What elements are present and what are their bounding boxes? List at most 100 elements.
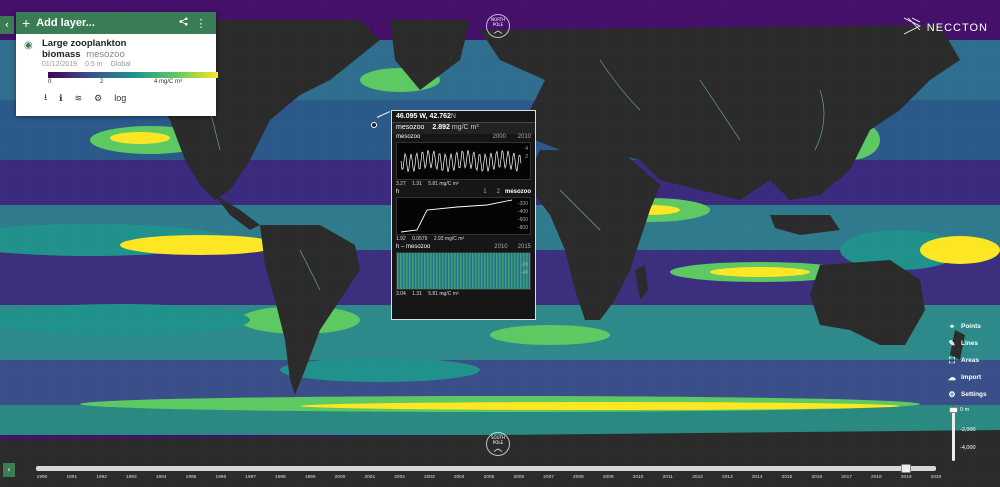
timeline-year[interactable]: 2002 xyxy=(394,475,405,480)
depth-slider[interactable]: 0 m -2,000 -4,000 xyxy=(946,407,996,467)
eye-icon[interactable]: ◉ xyxy=(24,40,33,51)
hovmoller-plot[interactable]: -20 -40 xyxy=(396,252,531,290)
layer-panel-header: + Add layer... ⋮ xyxy=(16,12,216,34)
pencil-icon: ✎ xyxy=(948,339,956,348)
crosshair-icon: ⌖ xyxy=(949,321,955,331)
timeline-year[interactable]: 1998 xyxy=(275,475,286,480)
timeline-year[interactable]: 2000 xyxy=(335,475,346,480)
popup-variable: mesozoo xyxy=(396,124,425,131)
hovmoller-stats: 3.04 1.31 5.81 mg/C m³ xyxy=(396,291,459,297)
logo: NECCTON xyxy=(902,16,988,39)
timeline-year[interactable]: 2013 xyxy=(722,475,733,480)
profile-stats: 1.92 0.0579 2.93 mg/C m³ xyxy=(396,236,465,242)
colorbar-tick: 2 xyxy=(100,79,104,85)
download-icon[interactable]: ⭳ xyxy=(44,90,47,106)
timeline-year[interactable]: 1990 xyxy=(37,475,48,480)
timeline-year[interactable]: 2011 xyxy=(663,475,673,480)
timeline-year[interactable]: 1991 xyxy=(66,475,77,480)
timeline-year[interactable]: 2010 xyxy=(633,475,644,480)
timeline-year[interactable]: 2008 xyxy=(573,475,584,480)
timeline-year[interactable]: 1997 xyxy=(245,475,256,480)
popup-unit: mg/C m³ xyxy=(451,124,479,131)
log-toggle[interactable]: log xyxy=(114,93,126,103)
areas-tool[interactable]: ⛶ Areas xyxy=(946,352,996,369)
hovmoller-header: h – mesozoo 2010 2015 xyxy=(396,244,531,250)
timeline-track[interactable] xyxy=(36,466,936,471)
neccton-logo-icon xyxy=(902,16,922,39)
timeseries-plot[interactable]: 4 2 xyxy=(396,142,531,180)
timeline-year[interactable]: 2009 xyxy=(603,475,614,480)
timeline-year[interactable]: 2015 xyxy=(782,475,793,480)
timeline-year[interactable]: 2006 xyxy=(513,475,524,480)
timeline-year[interactable]: 2004 xyxy=(454,475,465,480)
timeline-year[interactable]: 2019 xyxy=(901,475,912,480)
map-toolbar: ⌖ Points ✎ Lines ⛶ Areas ☁ Import ⚙ Sett… xyxy=(946,318,996,467)
layer-depth[interactable]: 0.5 m xyxy=(85,61,103,68)
popup-value: 2.892 xyxy=(432,124,450,131)
timeline-handle[interactable] xyxy=(901,464,912,473)
depth-slider-track[interactable] xyxy=(952,411,955,461)
layer-title: Large zooplankton biomass mesozoo xyxy=(42,38,127,60)
chevron-up-icon: ︿ xyxy=(493,444,503,454)
points-tool[interactable]: ⌖ Points xyxy=(946,318,996,335)
layers-icon[interactable]: ≋ xyxy=(75,93,83,104)
colorbar-tick: 4 mg/C m³ xyxy=(154,79,183,85)
layer-meta: 01/12/2019 0.5 m Global xyxy=(42,61,208,68)
profile-plot[interactable]: -200 -400 -600 -800 xyxy=(396,197,531,235)
timeline-year[interactable]: 2016 xyxy=(811,475,822,480)
depth-label: 0 m xyxy=(960,407,970,413)
add-icon[interactable]: + xyxy=(22,16,30,30)
timeline-year[interactable]: 1994 xyxy=(156,475,167,480)
timeline-year[interactable]: 2017 xyxy=(841,475,852,480)
layer-item: ◉ Large zooplankton biomass mesozoo 01/1… xyxy=(16,34,218,106)
area-icon: ⛶ xyxy=(949,355,955,365)
layer-panel: + Add layer... ⋮ ◉ Large zooplankton bio… xyxy=(16,12,218,116)
timeline-year[interactable]: 2001 xyxy=(364,475,375,480)
layer-date[interactable]: 01/12/2019 xyxy=(42,61,77,68)
timeline: ‹ 1990 1991 1992 1993 1994 1995 1996 1997 1998 19… xyxy=(0,463,1000,487)
lines-tool[interactable]: ✎ Lines xyxy=(946,335,996,352)
south-pole-button[interactable]: SOUTH POLE ︿ xyxy=(486,432,510,456)
timeseries-header: mesozoo 2000 2010 xyxy=(396,134,531,140)
timeline-year[interactable]: 2014 xyxy=(752,475,763,480)
timeline-year[interactable]: 1999 xyxy=(305,475,316,480)
timeline-year[interactable]: 2020 xyxy=(931,475,942,480)
more-vert-icon[interactable]: ⋮ xyxy=(192,17,210,30)
layer-code: mesozoo xyxy=(86,49,125,60)
gear-icon: ⚙ xyxy=(948,390,956,399)
timeline-year[interactable]: 2003 xyxy=(424,475,435,480)
colorbar-labels: 0 2 4 mg/C m³ xyxy=(48,78,218,87)
point-info-popup: 46.095 W, 42.762N mesozoo 2.892 mg/C m³ … xyxy=(391,110,536,320)
timeline-year[interactable]: 2012 xyxy=(692,475,703,480)
profile-header: h 1 2 mesozoo xyxy=(396,189,531,195)
cloud-upload-icon: ☁ xyxy=(948,373,956,382)
add-layer-button[interactable]: Add layer... xyxy=(36,17,174,29)
north-pole-button[interactable]: NORTH POLE ︿ xyxy=(486,14,510,38)
gear-icon[interactable]: ⚙ xyxy=(94,93,102,104)
location-marker[interactable] xyxy=(371,122,377,128)
timeline-year[interactable]: 2005 xyxy=(484,475,495,480)
layer-actions: ⭳ ℹ ≋ ⚙ log xyxy=(44,90,208,106)
share-icon[interactable] xyxy=(174,17,192,29)
depth-label: -4,000 xyxy=(960,445,976,451)
profile-line xyxy=(400,199,513,233)
info-icon[interactable]: ℹ xyxy=(59,93,62,104)
chevron-up-icon: ︿ xyxy=(493,26,503,36)
depth-label: -2,000 xyxy=(960,427,976,433)
map-app: ‹ + Add layer... ⋮ ◉ Large zooplankton b… xyxy=(0,0,1000,487)
timeline-years: 1990 1991 1992 1993 1994 1995 1996 1997 1998 1999… xyxy=(0,475,1000,485)
timeline-year[interactable]: 1996 xyxy=(215,475,226,480)
depth-slider-handle[interactable] xyxy=(949,407,958,413)
import-tool[interactable]: ☁ Import xyxy=(946,369,996,386)
panel-collapse-button[interactable]: ‹ xyxy=(0,16,14,34)
settings-tool[interactable]: ⚙ Settings xyxy=(946,386,996,403)
timeline-year[interactable]: 1995 xyxy=(186,475,197,480)
timeline-year[interactable]: 2007 xyxy=(543,475,554,480)
popup-coordinates: 46.095 W, 42.762N xyxy=(396,113,456,120)
timeline-year[interactable]: 1992 xyxy=(96,475,107,480)
timeline-year[interactable]: 1993 xyxy=(126,475,137,480)
layer-region[interactable]: Global xyxy=(110,61,130,68)
timeline-year[interactable]: 2018 xyxy=(871,475,882,480)
timeseries-stats: 3.27 1.31 5.81 mg/C m³ xyxy=(396,181,459,187)
popup-reading: mesozoo 2.892 mg/C m³ xyxy=(392,122,535,134)
